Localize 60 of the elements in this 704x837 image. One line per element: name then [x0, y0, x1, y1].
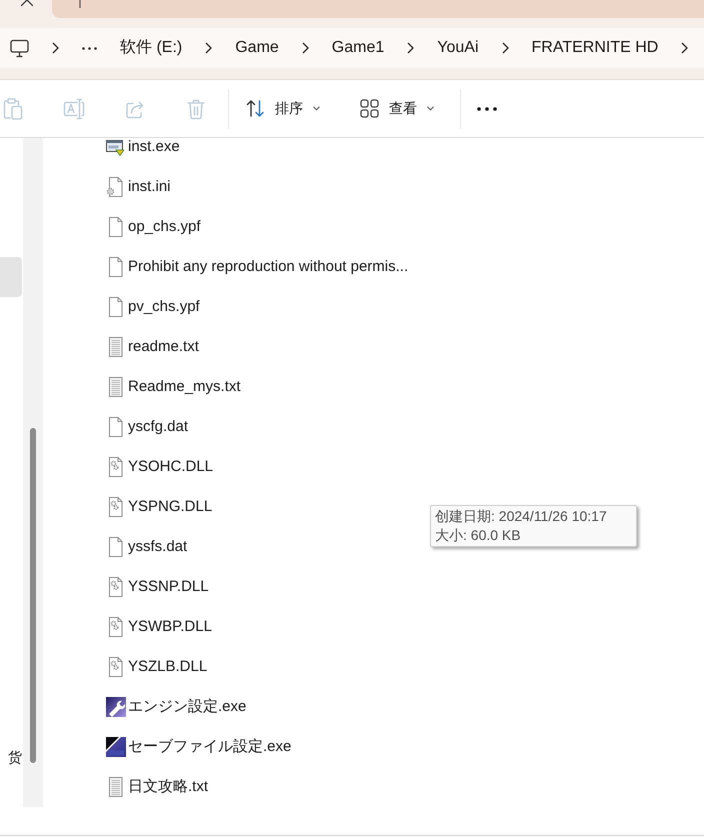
- text-file-icon: [106, 337, 124, 357]
- chevron-right-icon[interactable]: [205, 42, 212, 54]
- chevron-right-icon[interactable]: [502, 42, 508, 54]
- gear-file-icon: [106, 177, 124, 197]
- breadcrumb-item[interactable]: YouAi: [437, 37, 478, 59]
- caret-down-icon: [427, 106, 434, 111]
- file-name[interactable]: pv_chs.ypf: [128, 297, 200, 317]
- file-icon: [106, 297, 124, 317]
- gear-file-icon: [106, 577, 124, 597]
- installer-icon: [106, 138, 124, 156]
- sort-button[interactable]: 排序: [238, 92, 328, 124]
- file-icon: [106, 417, 124, 437]
- app-icon: [106, 737, 126, 757]
- file-name[interactable]: YSZLB.DLL: [128, 657, 208, 677]
- chevron-right-icon[interactable]: [302, 42, 309, 54]
- caret-down-icon: [313, 106, 320, 111]
- file-name[interactable]: inst.ini: [128, 177, 171, 197]
- file-name[interactable]: Prohibit any reproduction without permis...: [128, 257, 408, 277]
- hidden-path-button[interactable]: [82, 46, 97, 50]
- file-name[interactable]: YSOHC.DLL: [128, 457, 214, 477]
- file-name[interactable]: セーブファイル設定.exe: [128, 737, 292, 757]
- breadcrumb-item[interactable]: Game: [235, 37, 279, 59]
- grid-icon: [360, 99, 379, 118]
- gear-file-icon: [106, 457, 124, 477]
- gear-file-icon: [106, 497, 124, 517]
- file-name[interactable]: エンジン設定.exe: [128, 697, 246, 717]
- breadcrumb-item[interactable]: 软件 (E:): [120, 37, 182, 59]
- nav-item[interactable]: 货: [0, 737, 22, 777]
- text-file-icon: [106, 777, 124, 797]
- gear-file-icon: [106, 657, 124, 677]
- tooltip-text: 大小: 60.0 KB: [435, 526, 522, 545]
- breadcrumb-item[interactable]: Game1: [332, 37, 384, 59]
- chevron-right-icon[interactable]: [681, 42, 688, 54]
- chevron-right-icon[interactable]: [52, 42, 59, 54]
- text-file-icon: [106, 377, 124, 397]
- file-name[interactable]: yscfg.dat: [128, 417, 188, 437]
- tooltip-text: 创建日期: 2024/11/26 10:17: [435, 507, 608, 526]
- chevron-right-icon[interactable]: [407, 42, 414, 54]
- file-name[interactable]: readme.txt: [128, 337, 199, 357]
- file-name[interactable]: yssfs.dat: [128, 537, 188, 557]
- file-name[interactable]: 日文攻略.txt: [128, 777, 208, 797]
- monitor-icon[interactable]: [10, 38, 29, 58]
- file-name[interactable]: op_chs.ypf: [128, 217, 201, 237]
- more-icon: [82, 46, 97, 50]
- more-icon: [477, 106, 497, 110]
- view-button[interactable]: 查看: [352, 92, 442, 124]
- file-icon: [106, 537, 124, 557]
- close-icon[interactable]: [21, 0, 33, 6]
- sort-icon: [246, 99, 265, 118]
- wrench-icon: [106, 697, 126, 717]
- file-name[interactable]: inst.exe: [128, 138, 180, 157]
- file-name[interactable]: Readme_mys.txt: [128, 377, 241, 397]
- gear-file-icon: [106, 617, 124, 637]
- breadcrumb-item[interactable]: FRATERNITE HD: [532, 37, 658, 59]
- scrollbar-thumb[interactable]: [30, 428, 36, 763]
- file-icon: [106, 217, 124, 237]
- file-name[interactable]: YSWBP.DLL: [128, 617, 212, 637]
- file-icon: [106, 257, 124, 277]
- file-name[interactable]: YSPNG.DLL: [128, 497, 212, 517]
- file-name[interactable]: YSSNP.DLL: [128, 577, 209, 597]
